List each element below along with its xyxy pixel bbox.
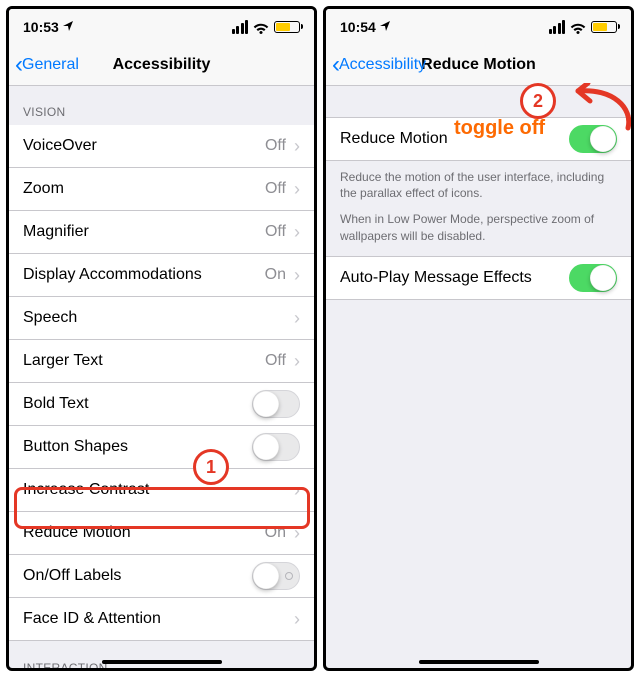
row-autoplay-message-effects[interactable]: Auto-Play Message Effects [326, 256, 631, 300]
row-display-accommodations[interactable]: Display Accommodations On› [9, 254, 314, 297]
row-magnifier[interactable]: Magnifier Off› [9, 211, 314, 254]
nav-bar: ‹ General Accessibility [9, 45, 314, 86]
chevron-right-icon: › [294, 480, 300, 501]
row-button-shapes[interactable]: Button Shapes [9, 426, 314, 469]
chevron-right-icon: › [294, 308, 300, 329]
cellular-icon [549, 20, 566, 34]
location-icon [380, 20, 390, 34]
battery-icon [591, 21, 617, 33]
screenshot-accessibility: 10:53 ‹ General Accessibility VISION Voi… [6, 6, 317, 671]
row-bold-text[interactable]: Bold Text [9, 383, 314, 426]
toggle-onoff-labels[interactable] [252, 562, 300, 590]
row-faceid-attention[interactable]: Face ID & Attention › [9, 598, 314, 641]
row-zoom[interactable]: Zoom Off› [9, 168, 314, 211]
toggle-reduce-motion[interactable] [569, 125, 617, 153]
chevron-right-icon: › [294, 136, 300, 157]
settings-list[interactable]: VISION VoiceOver Off› Zoom Off› Magnifie… [9, 85, 314, 668]
chevron-right-icon: › [294, 523, 300, 544]
nav-back-button[interactable]: ‹ Accessibility [332, 45, 426, 85]
status-bar: 10:54 [326, 9, 631, 45]
toggle-button-shapes[interactable] [252, 433, 300, 461]
location-icon [63, 20, 73, 34]
wifi-icon [570, 21, 586, 33]
nav-back-label: General [22, 56, 79, 74]
battery-icon [274, 21, 300, 33]
nav-title: Reduce Motion [421, 56, 536, 74]
row-voiceover[interactable]: VoiceOver Off› [9, 125, 314, 168]
nav-bar: ‹ Accessibility Reduce Motion [326, 45, 631, 86]
wifi-icon [253, 21, 269, 33]
description-reduce-motion: Reduce the motion of the user interface,… [326, 161, 631, 256]
row-speech[interactable]: Speech › [9, 297, 314, 340]
chevron-right-icon: › [294, 179, 300, 200]
row-increase-contrast[interactable]: Increase Contrast › [9, 469, 314, 512]
chevron-right-icon: › [294, 222, 300, 243]
section-header-vision: VISION [9, 85, 314, 125]
chevron-right-icon: › [294, 351, 300, 372]
nav-back-label: Accessibility [339, 56, 426, 74]
settings-list[interactable]: Reduce Motion Reduce the motion of the u… [326, 85, 631, 668]
cellular-icon [232, 20, 249, 34]
nav-title: Accessibility [113, 56, 211, 74]
row-reduce-motion[interactable]: Reduce Motion On› [9, 512, 314, 555]
screenshot-reduce-motion: 10:54 ‹ Accessibility Reduce Motion Redu… [323, 6, 634, 671]
row-onoff-labels[interactable]: On/Off Labels [9, 555, 314, 598]
nav-back-button[interactable]: ‹ General [15, 45, 79, 85]
row-larger-text[interactable]: Larger Text Off› [9, 340, 314, 383]
status-bar: 10:53 [9, 9, 314, 45]
toggle-bold-text[interactable] [252, 390, 300, 418]
status-time: 10:54 [340, 19, 376, 35]
row-reduce-motion-toggle[interactable]: Reduce Motion [326, 117, 631, 161]
toggle-autoplay-message-effects[interactable] [569, 264, 617, 292]
status-time: 10:53 [23, 19, 59, 35]
home-indicator [102, 660, 222, 664]
chevron-right-icon: › [294, 609, 300, 630]
chevron-right-icon: › [294, 265, 300, 286]
home-indicator [419, 660, 539, 664]
